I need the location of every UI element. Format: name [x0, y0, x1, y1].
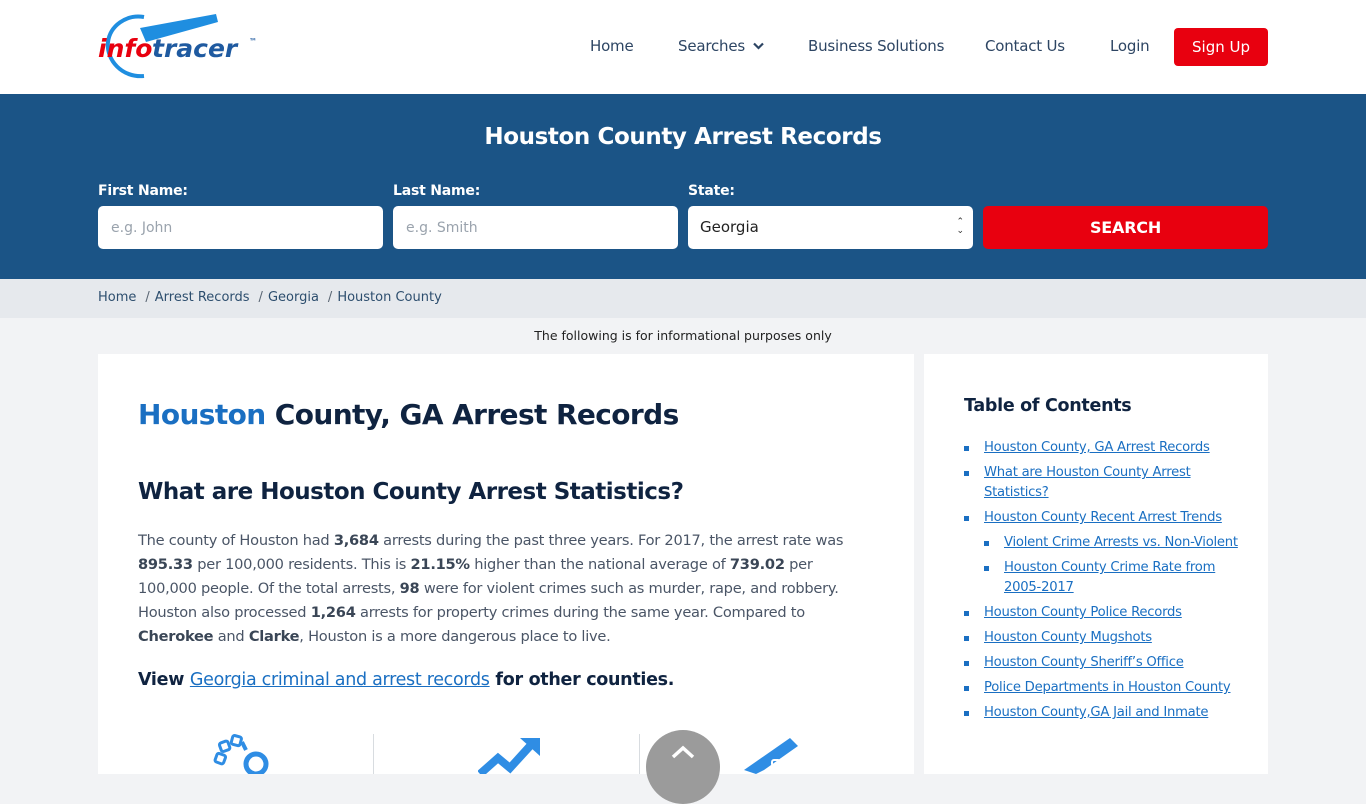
statistics-paragraph: The county of Houston had 3,684 arrests …: [138, 532, 844, 645]
breadcrumb-separator: /: [145, 290, 150, 305]
toc-link-arrest-records[interactable]: Houston County, GA Arrest Records: [984, 440, 1210, 455]
handcuffs-icon: [212, 734, 272, 778]
nav-business-solutions[interactable]: Business Solutions: [808, 37, 944, 55]
top-navigation-bar: info tracer ™ Home Searches Business Sol…: [0, 0, 1366, 94]
toc-subitem: Houston County Crime Rate from 2005-2017: [984, 558, 1244, 598]
handgun-icon: [742, 734, 802, 778]
toc-item: Houston County Sheriff’s Office: [964, 653, 1244, 673]
scroll-to-top-button[interactable]: [646, 730, 720, 804]
breadcrumb-current: Houston County: [337, 290, 442, 305]
chevron-up-icon: [671, 745, 695, 759]
national-average-value: 739.02: [729, 556, 785, 573]
toc-item: Houston County, GA Arrest Records: [964, 438, 1244, 458]
toc-subitem: Violent Crime Arrests vs. Non-Violent: [984, 533, 1244, 553]
toc-link-mugshots[interactable]: Houston County Mugshots: [984, 630, 1152, 645]
arrest-rate-value: 895.33: [138, 556, 193, 573]
violent-arrests-value: 98: [399, 580, 420, 597]
search-button[interactable]: SEARCH: [983, 206, 1268, 249]
main-content: Houston County, GA Arrest Records What a…: [98, 354, 914, 777]
breadcrumb-arrest-records[interactable]: Arrest Records: [155, 290, 250, 305]
first-name-label: First Name:: [98, 183, 188, 199]
breadcrumb: Home / Arrest Records / Georgia / Houston Coun…: [0, 279, 1366, 318]
search-hero: Houston County Arrest Records First Name…: [0, 94, 1366, 279]
toc-item: Houston County Mugshots: [964, 628, 1244, 648]
toc-list: Houston County, GA Arrest Records What a…: [964, 438, 1244, 728]
breadcrumb-georgia[interactable]: Georgia: [268, 290, 319, 305]
nav-searches[interactable]: Searches: [678, 37, 764, 56]
main-nav: Home Searches Business Solutions Contact…: [0, 28, 1366, 66]
toc-title: Table of Contents: [964, 396, 1132, 416]
chevron-down-icon: [753, 36, 764, 54]
toc-item: Houston County,GA Jail and Inmate: [964, 703, 1244, 723]
nav-login[interactable]: Login: [1110, 37, 1150, 55]
page-title-rest: County, GA Arrest Records: [265, 398, 679, 431]
total-arrests-value: 3,684: [333, 532, 379, 549]
toc-link-sheriffs-office[interactable]: Houston County Sheriff’s Office: [984, 655, 1184, 670]
stat-divider: [373, 734, 374, 774]
toc-item: What are Houston County Arrest Statistic…: [964, 463, 1244, 503]
page-title-accent: Houston: [138, 398, 266, 431]
view-other-counties: View Georgia criminal and arrest records…: [138, 670, 675, 690]
toc-item: Houston County Police Records: [964, 603, 1244, 623]
statistics-heading: What are Houston County Arrest Statistic…: [138, 479, 684, 505]
table-of-contents: Table of Contents Houston County, GA Arr…: [924, 354, 1268, 774]
trend-up-icon: [477, 734, 542, 778]
informational-notice: The following is for informational purpo…: [534, 328, 832, 343]
breadcrumb-separator: /: [258, 290, 263, 305]
hero-title: Houston County Arrest Records: [484, 124, 882, 150]
percent-higher-value: 21.15%: [410, 556, 471, 573]
sign-up-button[interactable]: Sign Up: [1174, 28, 1268, 66]
georgia-records-link[interactable]: Georgia criminal and arrest records: [190, 670, 490, 690]
toc-link-recent-trends[interactable]: Houston County Recent Arrest Trends: [984, 510, 1222, 525]
toc-link-arrest-statistics[interactable]: What are Houston County Arrest Statistic…: [984, 465, 1191, 500]
state-label: State:: [688, 183, 735, 199]
compare-county-2: Clarke: [248, 628, 300, 645]
state-select-value: Georgia: [700, 218, 759, 236]
stat-divider: [639, 734, 640, 774]
toc-link-violent-vs-nonviolent[interactable]: Violent Crime Arrests vs. Non-Violent: [1004, 535, 1238, 550]
toc-link-police-records[interactable]: Houston County Police Records: [984, 605, 1182, 620]
toc-link-jail-inmate[interactable]: Houston County,GA Jail and Inmate: [984, 705, 1209, 720]
nav-contact-us[interactable]: Contact Us: [985, 37, 1065, 55]
toc-item: Houston County Recent Arrest Trends: [964, 508, 1244, 528]
first-name-input[interactable]: [98, 206, 383, 249]
breadcrumb-home[interactable]: Home: [98, 290, 136, 305]
breadcrumb-separator: /: [327, 290, 333, 305]
state-select[interactable]: Georgia ⌃ ⌄: [688, 206, 973, 249]
toc-item: Police Departments in Houston County: [964, 678, 1244, 698]
nav-home[interactable]: Home: [590, 37, 634, 55]
last-name-label: Last Name:: [393, 183, 481, 199]
toc-link-police-departments[interactable]: Police Departments in Houston County: [984, 680, 1231, 695]
toc-link-crime-rate[interactable]: Houston County Crime Rate from 2005-2017: [1004, 560, 1215, 595]
select-updown-icon: ⌃ ⌄: [956, 217, 964, 236]
compare-county-1: Cherokee: [138, 628, 214, 645]
page-title: Houston County, GA Arrest Records: [138, 398, 679, 431]
property-arrests-value: 1,264: [310, 604, 356, 621]
nav-searches-label: Searches: [678, 37, 745, 55]
last-name-input[interactable]: [393, 206, 678, 249]
